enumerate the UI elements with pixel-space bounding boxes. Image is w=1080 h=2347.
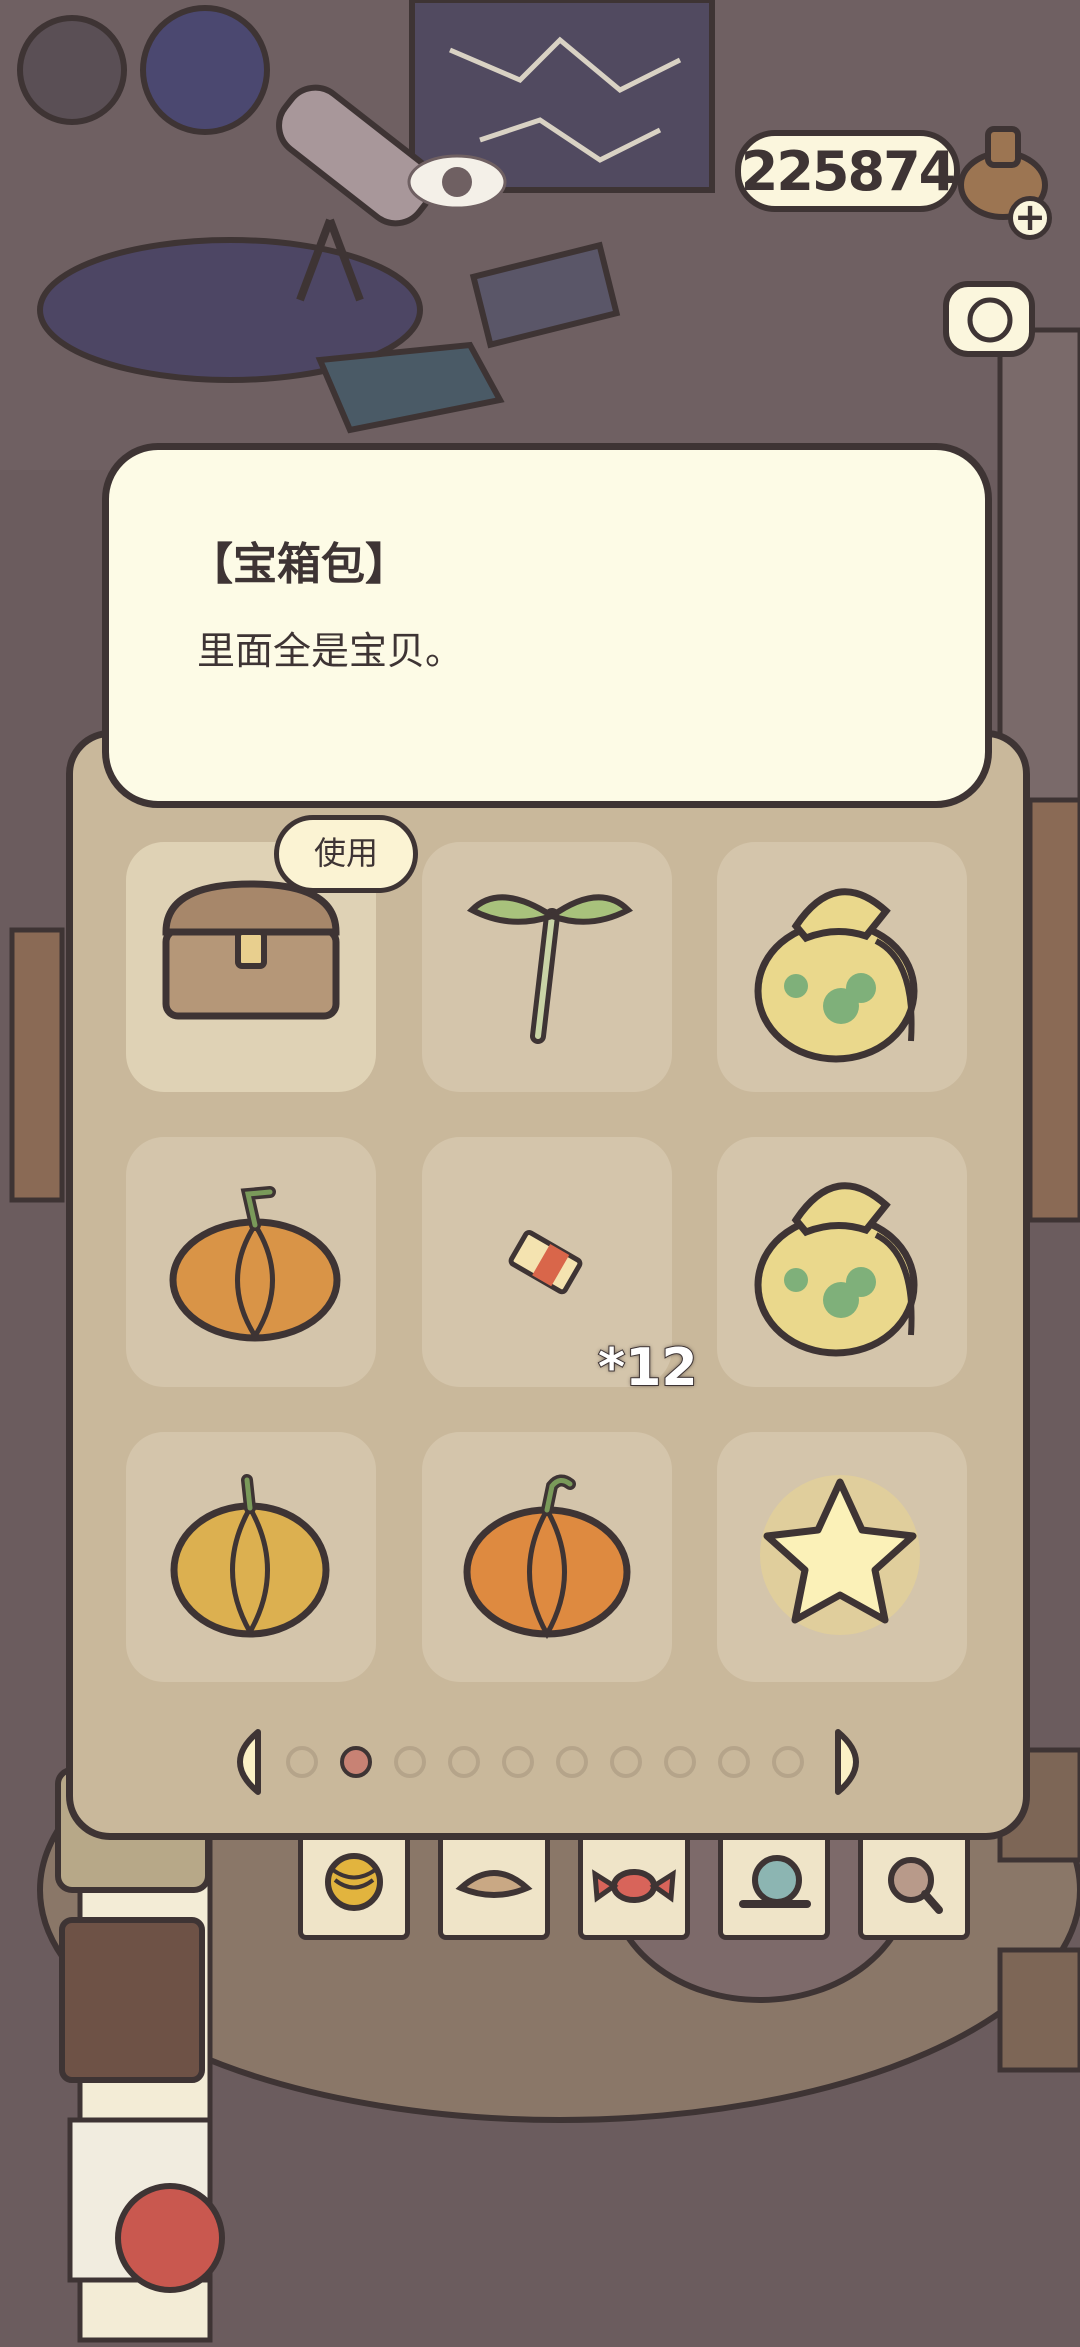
page-dot[interactable] — [502, 1746, 534, 1778]
pumpkin-icon — [169, 1186, 341, 1342]
treasure-chest-icon — [162, 880, 340, 1020]
item-description: 里面全是宝贝。 — [197, 629, 464, 673]
orange-pumpkin-icon — [463, 1474, 631, 1640]
use-button[interactable]: 使用 — [274, 815, 418, 893]
tab-candy[interactable] — [578, 1840, 690, 1940]
page-dot[interactable] — [286, 1746, 318, 1778]
item-description-card: 【宝箱包】 里面全是宝贝。 — [102, 443, 992, 808]
page-dot[interactable] — [664, 1746, 696, 1778]
tab-snail[interactable] — [718, 1840, 830, 1940]
currency-amount: 225874 — [740, 139, 956, 203]
plus-icon: + — [1014, 195, 1046, 239]
page-dot[interactable] — [556, 1746, 588, 1778]
currency-display: 225874 — [735, 130, 960, 212]
clover-bag-icon — [754, 1182, 918, 1357]
page-dot[interactable] — [610, 1746, 642, 1778]
sprout-icon — [466, 894, 634, 1044]
tab-leaf[interactable] — [438, 1840, 550, 1940]
glowing-star-icon — [760, 1475, 920, 1635]
yarn-ball-icon — [325, 1853, 383, 1911]
eye-toggle-button[interactable] — [400, 140, 514, 220]
add-currency-button[interactable]: + — [1008, 196, 1052, 240]
item-count: *12 — [597, 1337, 699, 1399]
tab-search[interactable] — [858, 1840, 970, 1940]
clover-bag-icon — [754, 888, 918, 1063]
hand-pointer-icon[interactable] — [930, 270, 1050, 380]
next-page-button[interactable] — [832, 1726, 878, 1798]
magnifier-icon — [888, 1857, 943, 1914]
candy-icon — [592, 1869, 676, 1903]
snail-icon — [739, 1855, 811, 1908]
prev-page-button[interactable] — [218, 1726, 264, 1798]
page-dot[interactable] — [772, 1746, 804, 1778]
page-dot[interactable] — [394, 1746, 426, 1778]
item-title: 【宝箱包】 — [189, 539, 409, 590]
tab-yarn[interactable] — [298, 1840, 410, 1940]
ticket-icon — [508, 1230, 583, 1295]
page-dot[interactable] — [448, 1746, 480, 1778]
leaf-icon — [455, 1870, 533, 1898]
page-dot-active[interactable] — [340, 1746, 372, 1778]
page-dot[interactable] — [718, 1746, 750, 1778]
yellow-pumpkin-icon — [170, 1474, 330, 1638]
